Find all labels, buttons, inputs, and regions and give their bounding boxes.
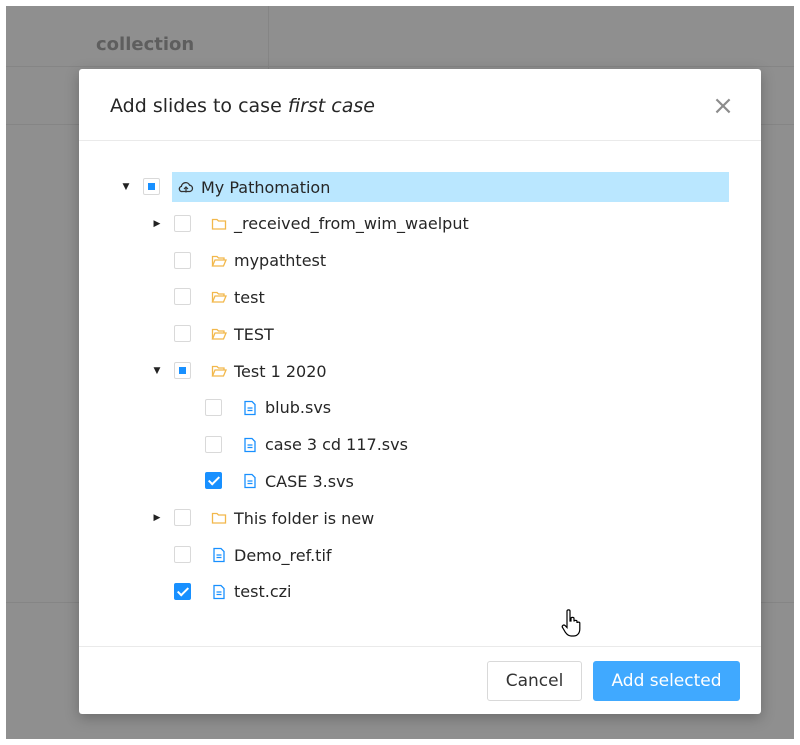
tree-node-label: mypathtest bbox=[234, 251, 327, 271]
add-slides-dialog: Add slides to case first case × ▼ My Path… bbox=[79, 69, 761, 714]
caret-down-icon[interactable]: ▼ bbox=[152, 366, 162, 376]
tree-node[interactable]: Test 1 2020 bbox=[205, 356, 327, 386]
tree-row: ▶ _received_from_wim_waelput bbox=[79, 208, 761, 240]
tree-row: mypathtest bbox=[79, 245, 761, 277]
tree-node-label: Demo_ref.tif bbox=[234, 545, 332, 565]
folder-open-icon bbox=[211, 365, 227, 377]
tree-node[interactable]: TEST bbox=[205, 319, 274, 349]
tree-node[interactable]: Demo_ref.tif bbox=[205, 540, 332, 570]
tree-row: ▼ Test 1 2020 bbox=[79, 355, 761, 387]
tree-row: Demo_ref.tif bbox=[79, 539, 761, 571]
cancel-button[interactable]: Cancel bbox=[487, 661, 582, 701]
tree-checkbox[interactable] bbox=[174, 509, 191, 527]
file-icon bbox=[213, 547, 225, 563]
tree-checkbox[interactable] bbox=[174, 214, 191, 232]
tree-checkbox[interactable] bbox=[174, 362, 191, 379]
tree-row: TEST bbox=[79, 318, 761, 350]
tree-checkbox[interactable] bbox=[205, 472, 222, 490]
tree-row: test.czi bbox=[79, 576, 761, 608]
folder-icon bbox=[211, 218, 227, 230]
tree-node[interactable]: case 3 cd 117.svs bbox=[236, 430, 408, 460]
tree-checkbox[interactable] bbox=[143, 178, 160, 195]
tree-row: blub.svs bbox=[79, 392, 761, 424]
tree-node[interactable]: blub.svs bbox=[236, 393, 331, 423]
caret-right-icon[interactable]: ▶ bbox=[152, 219, 162, 229]
dialog-footer: Cancel Add selected bbox=[79, 646, 761, 715]
hand-cursor-icon bbox=[561, 609, 581, 637]
tree-node-label: TEST bbox=[234, 324, 274, 344]
close-icon[interactable]: × bbox=[708, 91, 738, 121]
tree-row: case 3 cd 117.svs bbox=[79, 429, 761, 461]
folder-open-icon bbox=[211, 329, 227, 340]
tree-row: CASE 3.svs bbox=[79, 465, 761, 497]
folder-open-icon bbox=[211, 255, 227, 267]
tree-node-label: blub.svs bbox=[265, 398, 332, 418]
file-icon bbox=[213, 584, 225, 599]
tree-row: ▼ My Pathomation bbox=[79, 171, 761, 203]
tree-node[interactable]: This folder is new bbox=[205, 503, 374, 533]
tree-checkbox[interactable] bbox=[174, 582, 191, 600]
tree-node[interactable]: test.czi bbox=[205, 577, 291, 607]
tree-node[interactable]: _received_from_wim_waelput bbox=[205, 209, 469, 239]
tree-node-label: This folder is new bbox=[234, 508, 375, 528]
tree-checkbox[interactable] bbox=[205, 398, 222, 416]
tree-row: ▶ This folder is new bbox=[79, 502, 761, 534]
tree-node-label: Test 1 2020 bbox=[234, 361, 327, 381]
dialog-title-prefix: Add slides to case bbox=[110, 95, 288, 117]
tree-node[interactable]: My Pathomation bbox=[172, 172, 729, 202]
dialog-title-case: first case bbox=[287, 95, 375, 117]
bg-divider bbox=[6, 66, 794, 67]
tree-node-label: test bbox=[234, 287, 265, 307]
tree-node-label: case 3 cd 117.svs bbox=[265, 435, 408, 455]
cloud-icon bbox=[178, 181, 194, 193]
file-icon bbox=[244, 474, 256, 489]
dialog-title: Add slides to case first case bbox=[110, 95, 375, 117]
caret-right-icon[interactable]: ▶ bbox=[152, 513, 162, 523]
tree-checkbox[interactable] bbox=[205, 435, 222, 453]
tree-node-label: My Pathomation bbox=[201, 177, 331, 197]
column-header-collection: collection bbox=[96, 34, 195, 55]
tree-node[interactable]: CASE 3.svs bbox=[236, 466, 354, 496]
tree-checkbox[interactable] bbox=[174, 288, 191, 306]
tree-node[interactable]: test bbox=[205, 282, 265, 312]
tree-node-label: test.czi bbox=[234, 582, 292, 602]
tree-checkbox[interactable] bbox=[174, 251, 191, 269]
dialog-header: Add slides to case first case × bbox=[79, 69, 761, 141]
folder-icon bbox=[211, 513, 227, 524]
tree-node-label: _received_from_wim_waelput bbox=[234, 214, 469, 234]
tree-node[interactable]: mypathtest bbox=[205, 246, 326, 276]
add-selected-button[interactable]: Add selected bbox=[593, 661, 740, 701]
tree-checkbox[interactable] bbox=[174, 325, 191, 343]
file-icon bbox=[244, 437, 256, 452]
folder-open-icon bbox=[211, 292, 227, 304]
caret-down-icon[interactable]: ▼ bbox=[121, 182, 131, 192]
tree-node-label: CASE 3.svs bbox=[265, 471, 354, 491]
file-icon bbox=[244, 400, 256, 415]
tree-checkbox[interactable] bbox=[174, 546, 191, 563]
tree-row: test bbox=[79, 281, 761, 313]
